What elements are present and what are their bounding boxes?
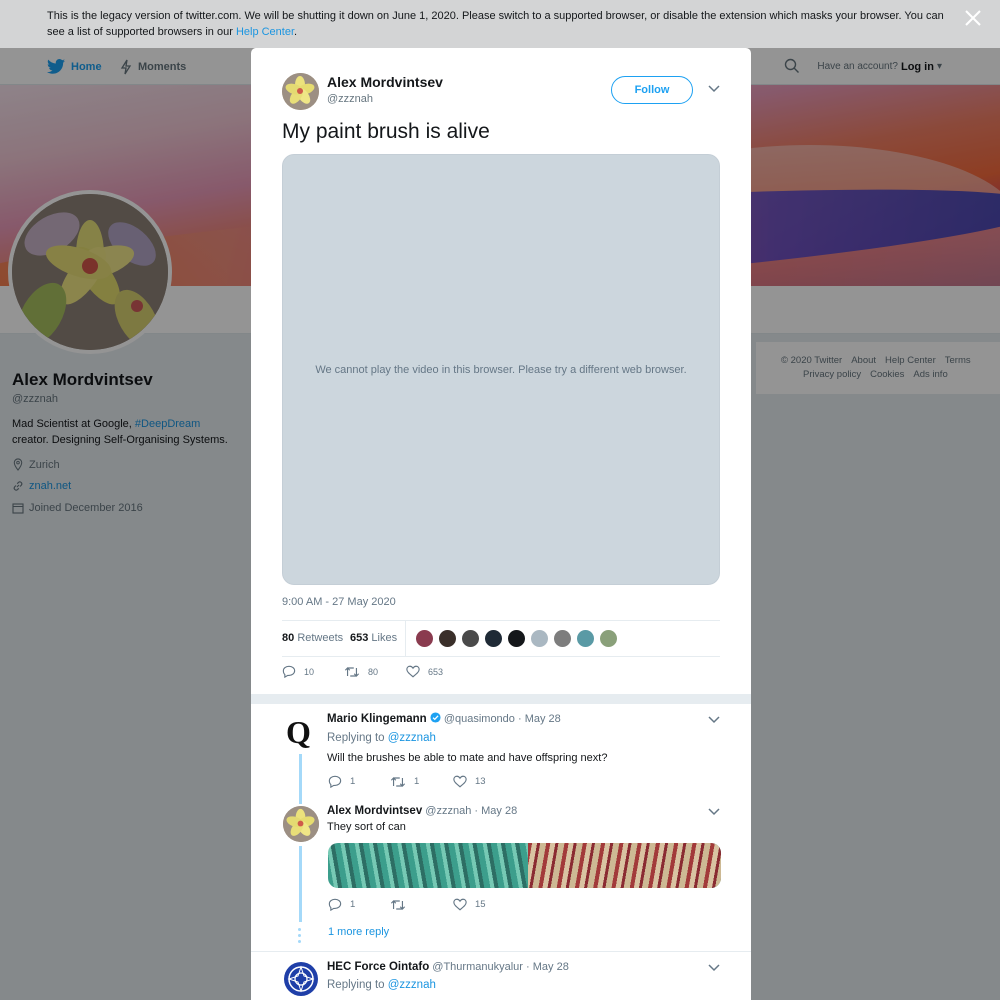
video-player[interactable]: We cannot play the video in this browser… xyxy=(282,154,720,585)
chevron-down-icon[interactable] xyxy=(708,716,720,724)
liker-avatar[interactable] xyxy=(415,629,434,648)
reply-actions: 1 15 xyxy=(328,898,486,911)
like-count: 13 xyxy=(475,776,486,787)
retweet-count: 80 xyxy=(368,666,379,677)
chevron-down-icon[interactable] xyxy=(708,85,720,93)
legacy-banner-text: This is the legacy version of twitter.co… xyxy=(47,8,947,40)
reply-avatar[interactable] xyxy=(283,806,319,842)
reply-button[interactable]: 1 xyxy=(328,775,390,788)
liker-avatar[interactable] xyxy=(530,629,549,648)
tweet-timestamp[interactable]: 9:00 AM - 27 May 2020 xyxy=(282,596,396,608)
liker-avatar[interactable] xyxy=(553,629,572,648)
reply-button[interactable]: 10 xyxy=(282,665,344,678)
reply-icon xyxy=(328,775,342,788)
banner-period: . xyxy=(294,26,298,38)
retweet-icon xyxy=(344,666,360,677)
reply-date[interactable]: · May 28 xyxy=(474,805,517,817)
reply-author-handle[interactable]: @Thurmanukyalur xyxy=(432,961,523,973)
reply-actions: 1 1 13 xyxy=(328,775,486,788)
tweet-author-name[interactable]: Alex Mordvintsev xyxy=(327,74,443,90)
retweet-count: 1 xyxy=(414,776,420,787)
close-icon[interactable] xyxy=(964,9,982,27)
replying-to: Replying to @zzznah xyxy=(327,732,436,744)
replying-to-label: Replying to xyxy=(327,732,385,744)
heart-icon xyxy=(406,665,420,678)
reply-author-handle[interactable]: @zzznah xyxy=(425,805,471,817)
tweet-author-avatar[interactable] xyxy=(282,73,319,110)
liker-avatar[interactable] xyxy=(484,629,503,648)
reply-author-handle[interactable]: @quasimondo xyxy=(444,713,515,725)
tweet-stats: 80 Retweets 653 Likes xyxy=(282,620,720,657)
reply-count: 10 xyxy=(304,666,315,677)
like-button[interactable]: 13 xyxy=(453,775,486,788)
banner-message: This is the legacy version of twitter.co… xyxy=(47,10,944,38)
like-count: 653 xyxy=(428,666,444,677)
likes-stat[interactable]: 653 Likes xyxy=(350,632,397,644)
reply-count: 1 xyxy=(350,776,356,787)
replying-to-link[interactable]: @zzznah xyxy=(388,979,436,991)
video-unsupported-message: We cannot play the video in this browser… xyxy=(315,363,687,376)
tweet-modal: Alex Mordvintsev @zzznah Follow My paint… xyxy=(251,48,751,1000)
reply-author-name[interactable]: Mario Klingemann xyxy=(327,713,427,725)
reply-avatar[interactable]: Q. xyxy=(283,714,319,750)
retweets-count: 80 xyxy=(282,632,295,644)
reply-author-name[interactable]: HEC Force Ointafo xyxy=(327,961,429,973)
retweet-button[interactable] xyxy=(390,899,453,911)
reply-date[interactable]: · May 28 xyxy=(518,713,561,725)
reply-icon xyxy=(328,898,342,911)
likes-count: 653 xyxy=(350,632,369,644)
reply-header: Alex Mordvintsev @zzznah · May 28 xyxy=(327,805,517,817)
tweet-actions: 10 80 653 xyxy=(282,665,443,678)
liker-avatar[interactable] xyxy=(461,629,480,648)
stats-divider xyxy=(405,621,406,657)
like-button[interactable]: 653 xyxy=(406,665,443,678)
svg-text:.: . xyxy=(303,736,307,750)
tweet-text: My paint brush is alive xyxy=(282,120,490,143)
retweet-icon xyxy=(390,899,406,910)
reply-header: Mario Klingemann @quasimondo · May 28 xyxy=(327,712,561,725)
reply-text: Will the brushes be able to mate and hav… xyxy=(327,752,608,764)
reply-button[interactable]: 1 xyxy=(328,898,390,911)
liker-avatar[interactable] xyxy=(438,629,457,648)
replying-to-link[interactable]: @zzznah xyxy=(388,732,436,744)
more-replies-link[interactable]: 1 more reply xyxy=(328,926,389,938)
retweets-stat[interactable]: 80 Retweets xyxy=(282,632,343,644)
reply-author-name[interactable]: Alex Mordvintsev xyxy=(327,805,422,817)
like-button[interactable]: 15 xyxy=(453,898,486,911)
replying-to-label: Replying to xyxy=(327,979,385,991)
thread-dots xyxy=(298,928,301,946)
tweet-author-handle[interactable]: @zzznah xyxy=(327,93,373,105)
reply-avatar[interactable] xyxy=(283,961,319,997)
liker-avatar[interactable] xyxy=(599,629,618,648)
chevron-down-icon[interactable] xyxy=(708,964,720,972)
likers-avatars xyxy=(415,629,618,648)
retweet-icon xyxy=(390,776,406,787)
reply-count: 1 xyxy=(350,899,356,910)
liker-avatar[interactable] xyxy=(576,629,595,648)
reply-divider xyxy=(251,951,751,952)
reply-header: HEC Force Ointafo @Thurmanukyalur · May … xyxy=(327,961,569,973)
reply-icon xyxy=(282,665,296,678)
thread-line xyxy=(299,846,302,922)
reply-date[interactable]: · May 28 xyxy=(526,961,569,973)
verified-badge-icon xyxy=(430,712,441,723)
retweet-button[interactable]: 80 xyxy=(344,666,406,678)
retweets-label: Retweets xyxy=(297,632,344,644)
section-divider xyxy=(251,694,751,704)
reply-media-image[interactable] xyxy=(328,843,721,888)
svg-text:Q: Q xyxy=(286,714,311,750)
heart-icon xyxy=(453,898,467,911)
follow-button[interactable]: Follow xyxy=(611,76,693,104)
chevron-down-icon[interactable] xyxy=(708,808,720,816)
reply-text: They sort of can xyxy=(327,821,406,833)
like-count: 15 xyxy=(475,899,486,910)
likes-label: Likes xyxy=(371,632,398,644)
retweet-button[interactable]: 1 xyxy=(390,776,453,788)
replying-to: Replying to @zzznah xyxy=(327,979,436,991)
liker-avatar[interactable] xyxy=(507,629,526,648)
heart-icon xyxy=(453,775,467,788)
help-center-link[interactable]: Help Center xyxy=(236,26,294,38)
thread-line xyxy=(299,754,302,804)
